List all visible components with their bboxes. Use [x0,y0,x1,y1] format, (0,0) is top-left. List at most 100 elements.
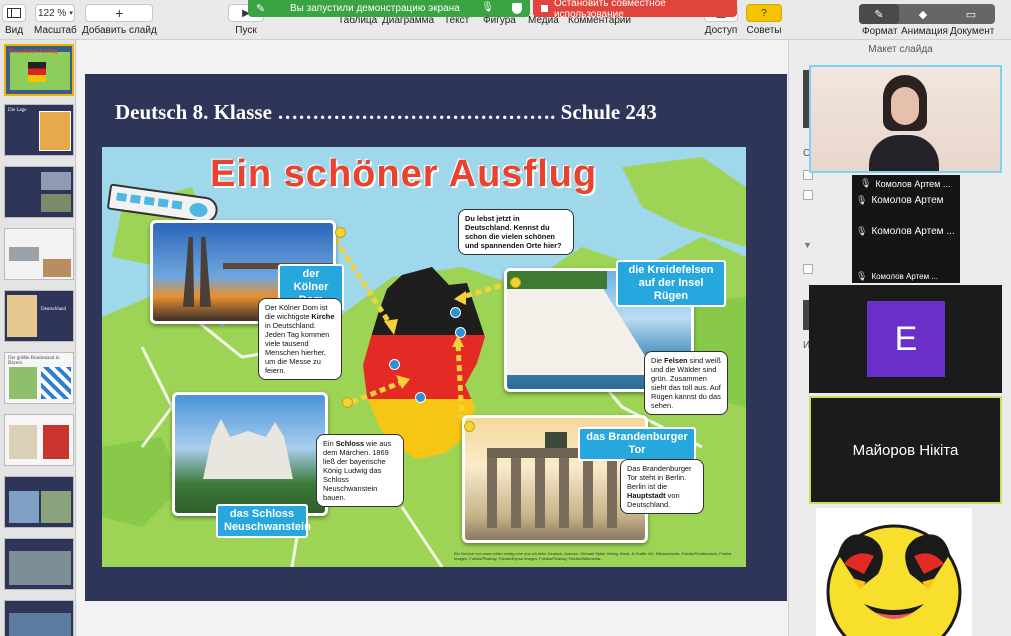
label-neuschwanstein: das Schloss Neuschwanstein [216,504,311,538]
panel-title: Макет слайда [868,44,933,55]
chevron-down-icon: ▾ [69,10,73,17]
participant-video [869,75,939,171]
participant-name: Комолов Артем [871,195,944,206]
stop-icon [541,5,548,12]
toolbar: Вид 122 % ▾ Масштаб + Добавить слайд ▶ П… [0,0,1011,40]
animation-tab[interactable]: ◆ [899,4,947,24]
koeln-text-bold: Kirche [311,312,335,321]
slide-thumb-6[interactable]: Der größte Bundesland in Bayern [4,352,74,404]
participant-row-2: 🎙 Комолов Артем [856,195,944,206]
document-label: Документ [950,26,995,37]
photo-neuschwanstein [172,392,328,516]
thumb-title: Die Lage [8,108,27,113]
zoom-select[interactable]: 122 % ▾ [35,4,76,22]
slide-thumb-10[interactable] [4,600,74,636]
slide-canvas: Deutsch 8. Klasse …………………………………. Schule … [77,40,788,636]
thumb-title: Der größte Bundesland in Bayern [8,356,60,366]
view-label: Вид [4,25,24,36]
poster-credits: Ein Service von www.cotler-verlag.com au… [454,551,732,561]
video-tile-e[interactable]: E [809,285,1002,393]
mic-icon: 🎙 [481,2,494,13]
thumb-title: Ein schöner Ausflug [9,49,58,55]
document-icon: ▭ [965,8,977,21]
panel-disclosure-icon[interactable]: ▼ [803,240,812,250]
bubble-brandenburger-tor: Das Brandenburger Tor steht in Berlin. B… [620,459,704,514]
thumb-title: Deutschland [41,307,66,312]
slide-thumb-2[interactable]: Die Lage [4,104,74,156]
active-speaker-name: Майоров Нікіта [852,442,959,459]
paintbrush-icon: ✎ [874,8,884,21]
poster-title: Ein schöner Ausflug [210,153,598,195]
mic-muted-icon: 🎙 [856,271,868,281]
participant-name: Комолов Артем ... [875,178,951,189]
sidebar-toggle-icon [2,4,26,22]
play-label: Пуск [235,25,257,36]
dot-ruegen [510,277,521,288]
intro-bubble: Du lebst jetzt in Deutschland. Kennst du… [458,209,574,255]
dot-brandenburg [464,421,475,432]
mic-muted-icon: 🎙 [856,195,868,205]
panel-checkbox-2[interactable] [803,190,813,200]
participant-name: Комолов Артем ... [871,272,939,281]
bubble-ruegen: Die Felsen sind weiß und die Wälder sind… [644,351,728,415]
dot-neuschwanstein [342,397,353,408]
ruegen-text-bold: Felsen [664,356,688,365]
slide-thumb-3[interactable] [4,166,74,218]
slide-thumb-9[interactable] [4,538,74,590]
shield-icon [512,3,522,14]
poster: Ein schöner Ausflug Du lebst jetzt in De… [102,147,746,567]
ruegen-text-pre: Die [651,356,665,365]
neuschwanstein-text-bold: Schloss [335,439,365,448]
zoom-value: 122 % [37,7,67,19]
view-menu[interactable]: Вид [2,4,26,36]
slide-thumb-1[interactable]: Ein schöner Ausflug [4,44,74,96]
participant-row-3: 🎙 Комолов Артем ... [856,226,955,237]
inspector-tabs: ✎ ◆ ▭ [859,4,995,24]
document-tab[interactable]: ▭ [947,4,995,24]
video-tile-active-speaker[interactable]: Майоров Нікіта [809,396,1002,504]
tips-icon: ? [746,4,782,22]
intro-text: Du lebst jetzt in Deutschland. Kennst du… [465,214,562,250]
tips-button[interactable]: ? Советы [746,4,782,36]
avatar-initial: E [894,319,918,358]
format-tab[interactable]: ✎ [859,4,899,24]
tips-label: Советы [746,25,782,36]
brandenburg-text-bold: Hauptstadt [627,491,666,500]
participant-row-1: 🎙 Комолов Артем ... [860,178,950,189]
label-ruegen: die Kreidefelsen auf der Insel Rügen [616,260,726,307]
neuschwanstein-text-post: wie aus dem Märchen. 1869 ließ der bayer… [323,439,392,502]
slide-thumb-4[interactable] [4,228,74,280]
add-slide-label: Добавить слайд [82,25,157,36]
zoom-label: Масштаб [34,25,77,36]
bubble-neuschwanstein: Ein Schloss wie aus dem Märchen. 1869 li… [316,434,404,507]
neuschwanstein-text-pre: Ein [323,439,336,448]
participant-row-4: 🎙 Комолов Артем ... [856,271,938,282]
emoji-heart-eyes-sticker [816,508,972,636]
video-tile-teacher[interactable] [809,65,1002,173]
pen-icon: ✎ [256,3,266,15]
slide-header: Deutsch 8. Klasse …………………………………. Schule … [115,100,657,124]
participant-list-tile: 🎙 Комолов Артем ... 🎙 Комолов Артем 🎙 Комол… [852,175,960,283]
panel-checkbox-3[interactable] [803,264,813,274]
mic-muted-icon: 🎙 [860,178,872,188]
stop-sharing-button[interactable]: Остановить совместное использование [533,0,737,20]
bubble-koelner-dom: Der Kölner Dom ist die wichtigste Kirche… [258,298,342,380]
add-slide-button[interactable]: + Добавить слайд [82,4,157,36]
current-slide[interactable]: Deutsch 8. Klasse …………………………………. Schule … [85,74,787,601]
format-label: Формат [862,26,898,37]
slide-thumb-7[interactable] [4,414,74,466]
stop-sharing-label: Остановить совместное использование [553,0,666,20]
screen-share-banner: ✎ Вы запустили демонстрацию экрана 🎙 [248,0,530,17]
plus-icon: + [85,4,154,22]
avatar: E [867,301,945,377]
slide-thumb-5[interactable]: Deutschland [4,290,74,342]
zoom-control[interactable]: 122 % ▾ Масштаб [34,4,77,36]
slide-thumb-8[interactable] [4,476,74,528]
dot-koeln [335,227,346,238]
animation-label: Анимация [901,26,948,37]
access-label: Доступ [704,25,738,36]
label-brandenburger-tor: das Brandenburger Tor [578,427,696,461]
share-status-text: Вы запустили демонстрацию экрана [290,3,460,14]
koeln-text-post: in Deutschland. Jeden Tag kommen viele t… [265,321,330,375]
mic-muted-icon: 🎙 [856,226,868,236]
